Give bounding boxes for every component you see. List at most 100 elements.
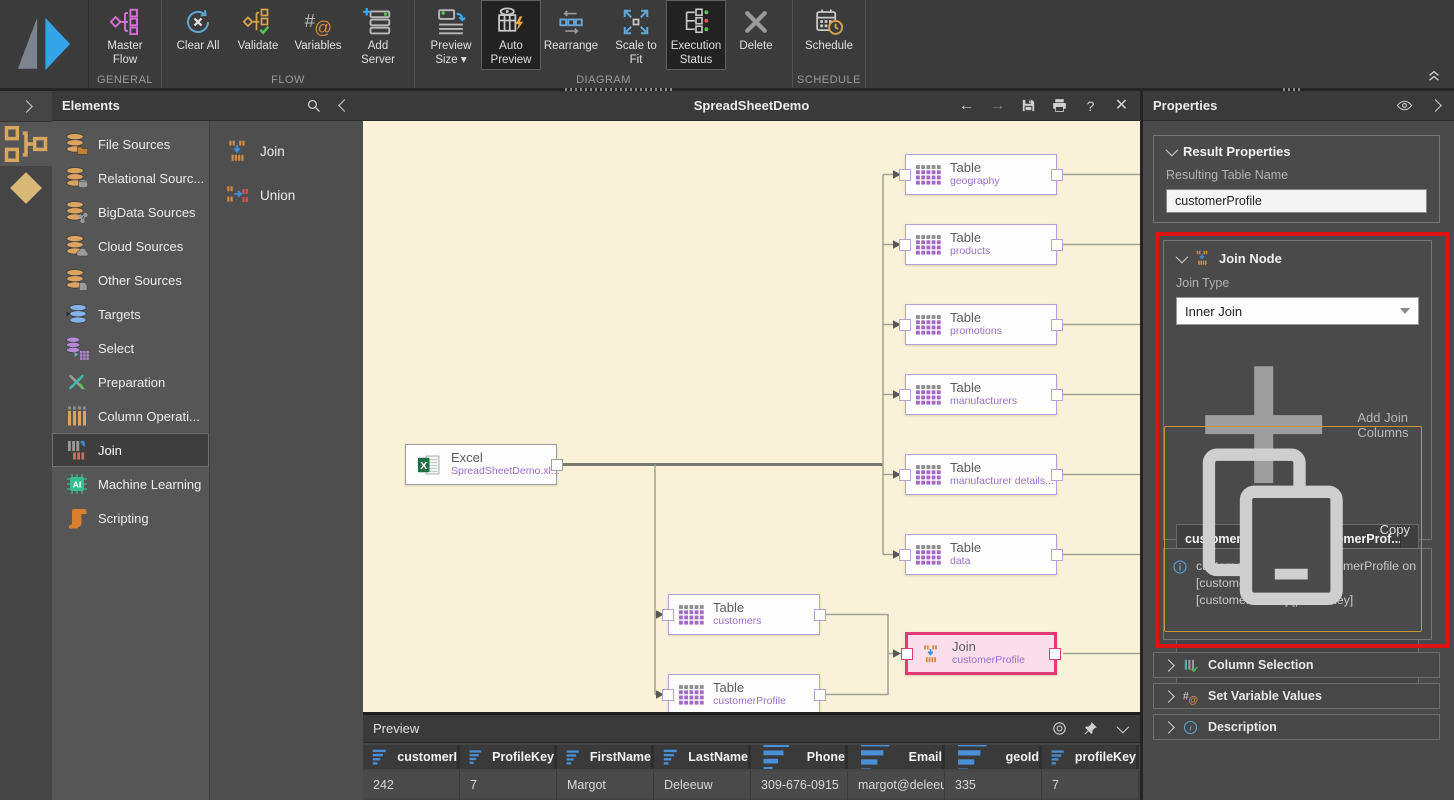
excel-node-spreadsheetdemo-xl[interactable]: XExcelSpreadSheetDemo.xl... [405, 444, 557, 485]
input-port[interactable] [899, 549, 911, 561]
eye-icon[interactable] [1396, 97, 1413, 114]
output-port[interactable] [814, 689, 826, 701]
schedule-label: Schedule [805, 40, 853, 54]
preview-eye-icon[interactable] [1051, 720, 1068, 737]
input-port[interactable] [901, 648, 913, 660]
column-header-profilekey[interactable]: ProfileKey [460, 745, 557, 769]
preview-data-row[interactable]: 2427MargotDeleeuw309-676-0915margot@dele… [363, 771, 1140, 798]
preview-cell: 7 [460, 771, 557, 798]
output-port[interactable] [1051, 239, 1063, 251]
flow-canvas[interactable]: XExcelSpreadSheetDemo.xl... Tablegeograph… [363, 121, 1140, 712]
auto-preview-button[interactable]: Auto Preview [481, 0, 541, 70]
preview-size-button[interactable]: Preview Size ▾ [421, 0, 481, 70]
element-union[interactable]: Union [210, 173, 363, 217]
back-button[interactable]: ← [958, 97, 975, 114]
column-header-firstname[interactable]: FirstName [557, 745, 654, 769]
sidebar-item-targets[interactable]: Targets [52, 297, 209, 331]
input-port[interactable] [899, 239, 911, 251]
sidebar-item-scripting[interactable]: Scripting [52, 501, 209, 535]
rearrange-button[interactable]: Rearrange [541, 0, 601, 70]
collapse-ribbon-button[interactable] [1424, 66, 1444, 84]
table-node-geography[interactable]: Tablegeography [905, 154, 1057, 195]
left-rail [0, 91, 53, 800]
collapse-properties-button[interactable] [1427, 97, 1444, 114]
chevron-right-icon [1162, 690, 1175, 703]
output-port[interactable] [1051, 169, 1063, 181]
sidebar-item-bigdata-sources[interactable]: BigData Sources [52, 195, 209, 229]
column-header-profilekey[interactable]: profileKey [1042, 745, 1139, 769]
table-node-customerprofile[interactable]: TablecustomerProfile [668, 674, 820, 712]
join-node-header[interactable]: Join Node [1176, 249, 1419, 267]
sidebar-item-relational-sourc[interactable]: Relational Sourc... [52, 161, 209, 195]
table-node-manufacturers[interactable]: Tablemanufacturers [905, 374, 1057, 415]
result-properties-header[interactable]: Result Properties [1166, 144, 1427, 159]
validate-button[interactable]: Validate [228, 0, 288, 70]
collapse-preview-button[interactable] [1113, 720, 1130, 737]
sidebar-item-preparation[interactable]: Preparation [52, 365, 209, 399]
input-port[interactable] [899, 319, 911, 331]
scale-to-fit-button[interactable]: Scale to Fit [606, 0, 666, 70]
sidebar-item-select[interactable]: Select [52, 331, 209, 365]
forward-button[interactable]: → [989, 97, 1006, 114]
sidebar-item-file-sources[interactable]: File Sources [52, 127, 209, 161]
table-node-products[interactable]: Tableproducts [905, 224, 1057, 265]
clear-all-button[interactable]: Clear All [168, 0, 228, 70]
output-port[interactable] [814, 609, 826, 621]
output-port[interactable] [1049, 648, 1061, 660]
add-server-button[interactable]: Add Server [348, 0, 408, 70]
collapse-panel-button[interactable] [336, 97, 353, 114]
column-header-lastname[interactable]: LastName [654, 745, 751, 769]
input-port[interactable] [662, 689, 674, 701]
section-column-selection[interactable]: Column Selection [1153, 652, 1440, 678]
node-title: Join [952, 640, 1025, 654]
column-header-phone[interactable]: Phone [751, 745, 848, 769]
table-node-manufacturer-details[interactable]: Tablemanufacturer details... [905, 454, 1057, 495]
pin-icon[interactable] [1082, 720, 1099, 737]
table-node-promotions[interactable]: Tablepromotions [905, 304, 1057, 345]
column-header-label: profileKey [1075, 750, 1136, 764]
input-port[interactable] [899, 469, 911, 481]
sidebar-item-column-operati[interactable]: Column Operati... [52, 399, 209, 433]
rail-tab-diamond[interactable] [0, 166, 52, 210]
table-node-customers[interactable]: Tablecustomers [668, 594, 820, 635]
input-port[interactable] [899, 389, 911, 401]
output-port[interactable] [1051, 389, 1063, 401]
execution-status-button[interactable]: Execution Status [666, 0, 726, 70]
help-button[interactable]: ? [1082, 97, 1099, 114]
schedule-button[interactable]: Schedule [799, 0, 859, 70]
sidebar-item-join[interactable]: Join [52, 433, 209, 467]
output-port[interactable] [551, 459, 563, 471]
save-button[interactable] [1020, 97, 1037, 114]
sidebar-item-cloud-sources[interactable]: Cloud Sources [52, 229, 209, 263]
output-port[interactable] [1051, 319, 1063, 331]
section-set-variable-values[interactable]: #@Set Variable Values [1153, 683, 1440, 709]
delete-button[interactable]: Delete [726, 0, 786, 70]
column-header-geoid[interactable]: geoId [945, 745, 1042, 769]
elements-panel-title: Elements [62, 98, 120, 113]
input-port[interactable] [899, 169, 911, 181]
section-description[interactable]: iDescription [1153, 714, 1440, 740]
sidebar-item-other-sources[interactable]: Other Sources [52, 263, 209, 297]
description-icon: i [1182, 719, 1199, 736]
resulting-table-name-input[interactable] [1166, 189, 1427, 213]
print-button[interactable] [1051, 97, 1068, 114]
join-type-dropdown[interactable]: Inner Join [1176, 297, 1419, 325]
join-node-customerprofile[interactable]: JoincustomerProfile [905, 632, 1057, 675]
table-node-data[interactable]: Tabledata [905, 534, 1057, 575]
ribbon-group-label: GENERAL [89, 74, 161, 86]
master-flow-button[interactable]: Master Flow [95, 0, 155, 70]
rail-tab-flow[interactable] [0, 122, 52, 166]
search-icon[interactable] [305, 97, 322, 114]
variables-button[interactable]: #@Variables [288, 0, 348, 70]
input-port[interactable] [662, 609, 674, 621]
node-title: Table [950, 541, 981, 555]
element-join[interactable]: Join [210, 129, 363, 173]
output-port[interactable] [1051, 469, 1063, 481]
column-header-customeri[interactable]: customerI [363, 745, 460, 769]
copy-button[interactable]: Copy [1164, 426, 1422, 632]
sidebar-item-machine-learning[interactable]: AIMachine Learning [52, 467, 209, 501]
column-header-email[interactable]: Email [848, 745, 945, 769]
caret-down-icon [1400, 308, 1410, 314]
close-button[interactable]: ✕ [1113, 97, 1130, 114]
output-port[interactable] [1051, 549, 1063, 561]
